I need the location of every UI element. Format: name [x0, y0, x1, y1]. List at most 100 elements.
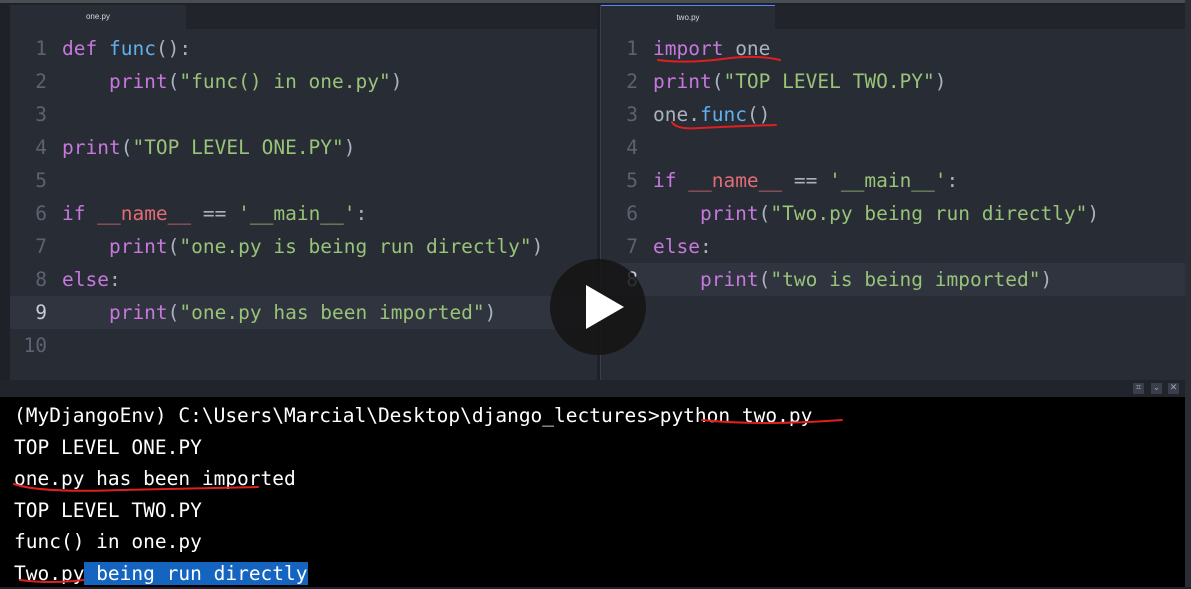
- code-token: (: [759, 268, 771, 291]
- code-line[interactable]: 7 print("one.py is being run directly"): [10, 230, 597, 263]
- line-number: 4: [10, 131, 62, 164]
- code-line[interactable]: 7else:: [601, 230, 1185, 263]
- code-token: print: [62, 70, 168, 93]
- line-number: 7: [10, 230, 62, 263]
- code-line[interactable]: 2 print("func() in one.py"): [10, 65, 597, 98]
- code-token: "TOP LEVEL ONE.PY": [132, 136, 343, 159]
- code-token: ): [391, 70, 403, 93]
- code-token: "TOP LEVEL TWO.PY": [723, 70, 934, 93]
- close-icon[interactable]: ✕: [1168, 383, 1179, 394]
- chevron-down-icon[interactable]: ⌄: [1151, 383, 1162, 394]
- line-number: 1: [10, 32, 62, 65]
- code-token: __name__: [688, 169, 782, 192]
- line-number: 9: [10, 296, 62, 329]
- terminal-output-line: Two.py being run directly: [14, 558, 1185, 589]
- code-token: print: [62, 301, 168, 324]
- code-token: :: [356, 202, 368, 225]
- line-number: 3: [601, 98, 653, 131]
- tab-one-py[interactable]: one.py: [10, 5, 186, 29]
- code-editor[interactable]: 1import one2print("TOP LEVEL TWO.PY")3on…: [601, 29, 1185, 296]
- code-token: "two is being imported": [770, 268, 1040, 291]
- code-line[interactable]: 5if __name__ == '__main__':: [601, 164, 1185, 197]
- code-token: import: [653, 37, 735, 60]
- code-token: (: [168, 70, 180, 93]
- code-token: '__main__': [238, 202, 355, 225]
- terminal-text: Two.py: [14, 562, 84, 585]
- terminal-output-line: TOP LEVEL ONE.PY: [14, 432, 1185, 464]
- line-number: 7: [601, 230, 653, 263]
- code-line[interactable]: 3: [10, 98, 597, 131]
- code-token: if: [653, 169, 688, 192]
- maximize-icon[interactable]: ⌗: [1133, 383, 1144, 394]
- code-token: (): [747, 103, 770, 126]
- tab-bar: one.py: [10, 5, 597, 29]
- line-number: 3: [10, 98, 62, 131]
- code-token: ():: [156, 37, 191, 60]
- code-token: "Two.py being run directly": [770, 202, 1087, 225]
- code-line[interactable]: 1import one: [601, 32, 1185, 65]
- terminal-prompt: (MyDjangoEnv) C:\Users\Marcial\Desktop\d…: [14, 400, 1185, 432]
- editor-pane-right[interactable]: two.py 1import one2print("TOP LEVEL TWO.…: [600, 5, 1185, 380]
- line-number: 1: [601, 32, 653, 65]
- code-line[interactable]: 8else:: [10, 263, 597, 296]
- code-token: ): [1087, 202, 1099, 225]
- terminal-header: ⌗ ⌄ ✕: [0, 380, 1185, 397]
- play-icon[interactable]: [550, 259, 646, 355]
- code-token: func: [700, 103, 747, 126]
- code-token: __name__: [97, 202, 191, 225]
- selected-text: being run directly: [84, 562, 307, 585]
- code-token: func: [109, 37, 156, 60]
- line-number: 2: [601, 65, 653, 98]
- code-token: one: [735, 37, 770, 60]
- code-token: one.: [653, 103, 700, 126]
- code-token: ==: [782, 169, 829, 192]
- code-token: "func() in one.py": [179, 70, 390, 93]
- code-line[interactable]: 10: [10, 329, 597, 362]
- code-token: ): [532, 235, 544, 258]
- code-token: (: [121, 136, 133, 159]
- code-line[interactable]: 4print("TOP LEVEL ONE.PY"): [10, 131, 597, 164]
- line-number: 8: [10, 263, 62, 296]
- code-token: ): [485, 301, 497, 324]
- code-token: print: [62, 235, 168, 258]
- code-token: (: [759, 202, 771, 225]
- code-line[interactable]: 8 print("two is being imported"): [601, 263, 1185, 296]
- terminal[interactable]: (MyDjangoEnv) C:\Users\Marcial\Desktop\d…: [0, 397, 1185, 587]
- code-token: ==: [191, 202, 238, 225]
- tab-bar: two.py: [601, 5, 1185, 29]
- code-line[interactable]: 2print("TOP LEVEL TWO.PY"): [601, 65, 1185, 98]
- code-token: print: [653, 268, 759, 291]
- code-token: if: [62, 202, 97, 225]
- code-line[interactable]: 1def func():: [10, 32, 597, 65]
- code-token: (: [712, 70, 724, 93]
- line-number: 6: [601, 197, 653, 230]
- code-editor[interactable]: 1def func():2 print("func() in one.py")3…: [10, 29, 597, 362]
- code-token: ): [1040, 268, 1052, 291]
- code-token: '__main__': [829, 169, 946, 192]
- code-token: "one.py has been imported": [179, 301, 484, 324]
- code-token: print: [653, 202, 759, 225]
- line-number: 10: [10, 329, 62, 362]
- code-token: :: [700, 235, 712, 258]
- tab-two-py[interactable]: two.py: [601, 5, 775, 29]
- code-token: else: [653, 235, 700, 258]
- terminal-output-line: one.py has been imported: [14, 463, 1185, 495]
- code-token: "one.py is being run directly": [179, 235, 531, 258]
- terminal-output-line: func() in one.py: [14, 526, 1185, 558]
- code-token: ): [344, 136, 356, 159]
- code-token: (: [168, 301, 180, 324]
- line-number: 4: [601, 131, 653, 164]
- scrollbar[interactable]: [1185, 0, 1191, 587]
- editor-pane-left[interactable]: one.py 1def func():2 print("func() in on…: [10, 5, 597, 380]
- code-line[interactable]: 6 print("Two.py being run directly"): [601, 197, 1185, 230]
- terminal-output-line: TOP LEVEL TWO.PY: [14, 495, 1185, 527]
- code-line[interactable]: 9 print("one.py has been imported"): [10, 296, 597, 329]
- code-line[interactable]: 5: [10, 164, 597, 197]
- code-token: (: [168, 235, 180, 258]
- line-number: 2: [10, 65, 62, 98]
- code-line[interactable]: 6if __name__ == '__main__':: [10, 197, 597, 230]
- code-line[interactable]: 3one.func(): [601, 98, 1185, 131]
- line-number: 5: [10, 164, 62, 197]
- window-top-border: [0, 0, 1191, 3]
- code-line[interactable]: 4: [601, 131, 1185, 164]
